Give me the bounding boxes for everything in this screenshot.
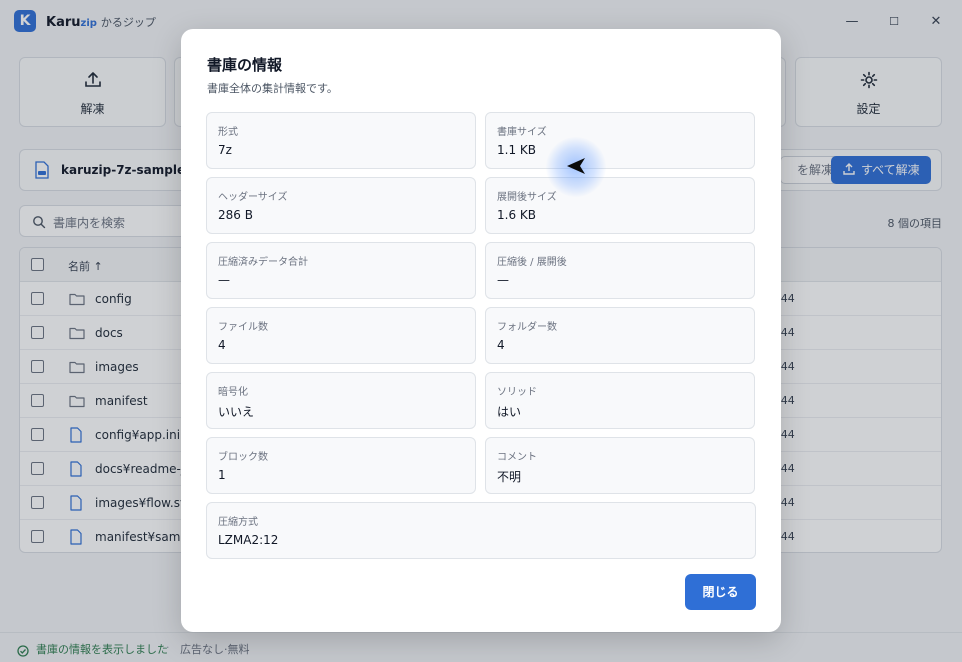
info-label: 圧縮済みデータ合計 bbox=[218, 257, 308, 268]
mouse-cursor-icon bbox=[566, 157, 586, 179]
info-label: ソリッド bbox=[497, 387, 537, 398]
info-card: フォルダー数 4 bbox=[485, 307, 755, 364]
info-card: ヘッダーサイズ 286 B bbox=[206, 177, 476, 234]
info-value: — bbox=[218, 273, 230, 287]
info-value: 7z bbox=[218, 143, 232, 157]
info-label: 書庫サイズ bbox=[497, 127, 547, 138]
info-label: ヘッダーサイズ bbox=[218, 192, 288, 203]
info-card: ファイル数 4 bbox=[206, 307, 476, 364]
info-value: 1.1 KB bbox=[497, 143, 536, 157]
info-card: 暗号化 いいえ bbox=[206, 372, 476, 429]
info-card: 圧縮済みデータ合計 — bbox=[206, 242, 476, 299]
info-label: フォルダー数 bbox=[497, 322, 557, 333]
info-label: コメント bbox=[497, 452, 537, 463]
info-card: ソリッド はい bbox=[485, 372, 755, 429]
info-card: 書庫サイズ 1.1 KB bbox=[485, 112, 755, 169]
info-value: 4 bbox=[218, 338, 226, 352]
info-value: LZMA2:12 bbox=[218, 533, 279, 547]
info-label: 展開後サイズ bbox=[497, 192, 557, 203]
info-value: はい bbox=[497, 405, 522, 419]
info-value: 286 B bbox=[218, 208, 253, 222]
info-label: 暗号化 bbox=[218, 387, 248, 398]
dialog-description: 書庫全体の集計情報です。 bbox=[207, 82, 338, 95]
info-card: コメント 不明 bbox=[485, 437, 755, 494]
info-value: 1 bbox=[218, 468, 226, 482]
info-card: ブロック数 1 bbox=[206, 437, 476, 494]
dialog-title: 書庫の情報 bbox=[207, 56, 283, 74]
archive-info-dialog: 書庫の情報 書庫全体の集計情報です。 形式 7z 書庫サイズ 1.1 KB ヘッダーサイ… bbox=[181, 29, 781, 632]
info-label: ブロック数 bbox=[218, 452, 268, 463]
info-value: — bbox=[497, 273, 509, 287]
info-label: 形式 bbox=[218, 127, 238, 138]
info-card: 圧縮後 / 展開後 — bbox=[485, 242, 755, 299]
info-value: 4 bbox=[497, 338, 505, 352]
info-value: 1.6 KB bbox=[497, 208, 536, 222]
close-dialog-label: 閉じる bbox=[702, 585, 739, 599]
info-label: 圧縮方式 bbox=[218, 517, 258, 528]
info-value: いいえ bbox=[218, 405, 255, 419]
info-label: 圧縮後 / 展開後 bbox=[497, 257, 567, 268]
info-card: 圧縮方式 LZMA2:12 bbox=[206, 502, 756, 559]
close-dialog-button[interactable]: 閉じる bbox=[685, 574, 756, 610]
info-value: 不明 bbox=[497, 470, 522, 484]
info-card: 展開後サイズ 1.6 KB bbox=[485, 177, 755, 234]
info-card: 形式 7z bbox=[206, 112, 476, 169]
info-label: ファイル数 bbox=[218, 322, 268, 333]
